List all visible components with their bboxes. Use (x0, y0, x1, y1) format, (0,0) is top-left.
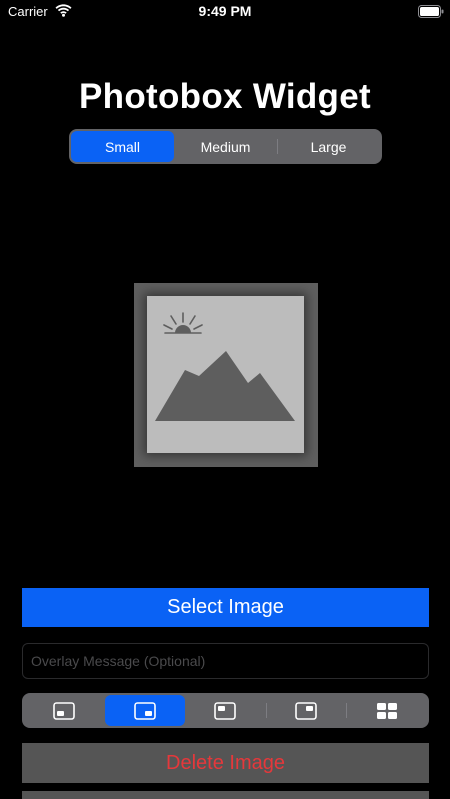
position-top-left-icon (214, 701, 237, 720)
position-grid-icon (376, 702, 397, 719)
widget-preview (134, 283, 318, 467)
bottom-control-edge (22, 791, 429, 799)
position-bottom-right-icon (134, 701, 156, 720)
position-top-right-icon (295, 701, 317, 720)
delete-image-button[interactable]: Delete Image (22, 743, 429, 783)
position-segment-bottom-left[interactable] (24, 695, 105, 726)
size-segmented-control: Small Medium Large (69, 129, 382, 164)
position-bottom-left-icon (53, 701, 76, 720)
overlay-position-segmented-control (22, 693, 429, 728)
photo-card (147, 296, 304, 453)
position-segment-top-left[interactable] (185, 695, 266, 726)
overlay-message-input[interactable] (22, 643, 429, 679)
select-image-button[interactable]: Select Image (22, 588, 429, 627)
size-segment-medium[interactable]: Medium (174, 131, 277, 162)
status-time: 9:49 PM (198, 3, 252, 19)
size-segment-small[interactable]: Small (71, 131, 174, 162)
photo-placeholder-icon (155, 312, 295, 421)
position-segment-top-right[interactable] (265, 695, 347, 726)
position-segment-bottom-right[interactable] (104, 695, 186, 726)
battery-icon (418, 5, 444, 18)
position-segment-grid[interactable] (346, 695, 427, 726)
status-bar: Carrier 9:49 PM (0, 0, 450, 24)
size-segment-large[interactable]: Large (277, 131, 380, 162)
page-title: Photobox Widget (79, 77, 371, 116)
